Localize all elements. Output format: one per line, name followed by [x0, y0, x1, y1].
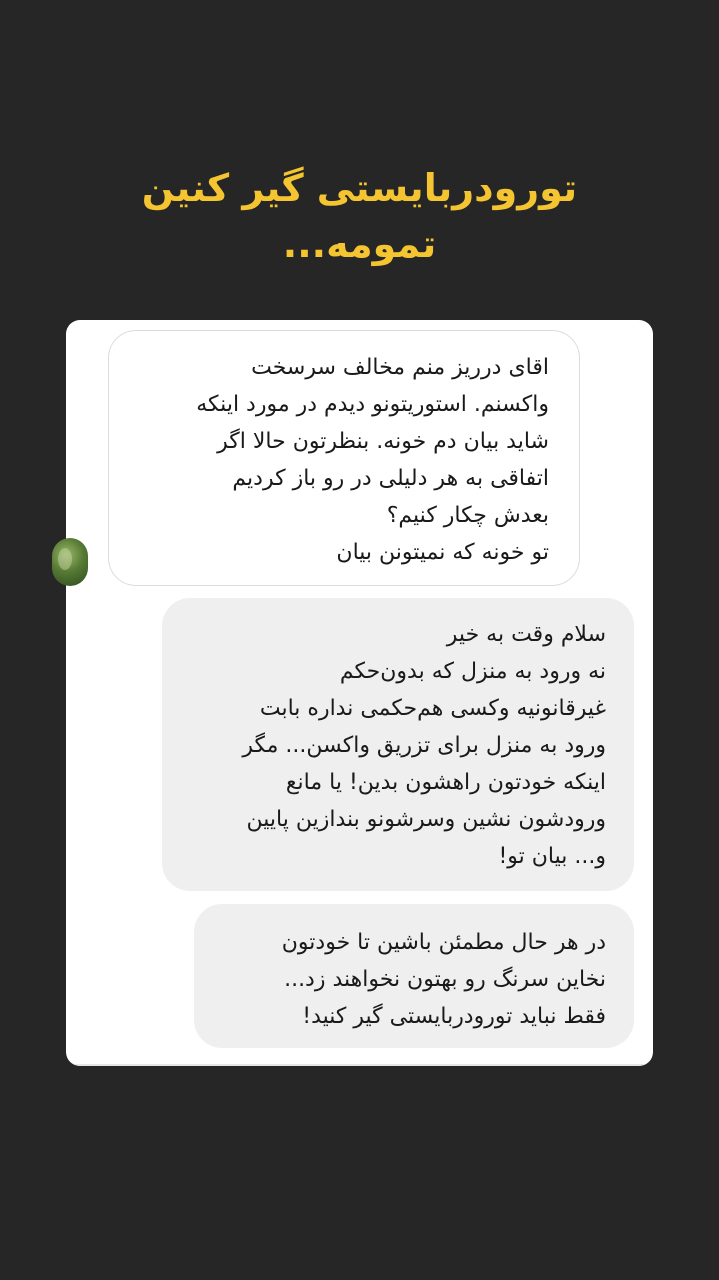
message-line: غیرقانونیه وکسی هم‌حکمی نداره بابت [259, 696, 606, 721]
message-line: در هر حال مطمئن باشین تا خودتون [281, 930, 606, 955]
message-line: فقط نباید تورودربایستی گیر کنید! [302, 1004, 606, 1029]
message-line: شاید بیان دم خونه. بنظرتون حالا اگر [217, 429, 549, 454]
message-line: تو خونه که نمیتونن بیان [336, 540, 549, 565]
message-line: اینکه خودتون راهشون بدین! یا مانع [285, 770, 606, 795]
story-title: تورودربایستی گیر کنین تمومه... [60, 160, 659, 272]
message-line: ورودشون نشین وسرشونو بندازین پایین [246, 807, 606, 832]
story-title-line-2: تمومه... [282, 222, 437, 266]
message-line: سلام وقت به خیر [446, 622, 606, 647]
reply-message-bubble-1[interactable]: سلام وقت به خیر نه ورود به منزل که بدون‌… [162, 598, 634, 891]
card-divider [66, 1064, 653, 1066]
reply-message-bubble-2[interactable]: در هر حال مطمئن باشین تا خودتون نخاین سر… [194, 904, 634, 1048]
message-line: نخاین سرنگ رو بهتون نخواهند زد... [284, 967, 606, 992]
message-line: نه ورود به منزل که بدون‌حکم [339, 659, 606, 684]
message-line: اقای درریز منم مخالف سرسخت [251, 355, 549, 380]
story-title-line-1: تورودربایستی گیر کنین [141, 166, 578, 210]
message-line: و... بیان تو! [498, 844, 606, 869]
message-line: ورود به منزل برای تزریق واکسن... مگر [242, 733, 606, 758]
message-line: واکسنم. استوریتونو دیدم در مورد اینکه [196, 392, 549, 417]
incoming-message-bubble[interactable]: اقای درریز منم مخالف سرسخت واکسنم. استور… [108, 330, 580, 586]
message-line: بعدش چکار کنیم؟ [386, 503, 549, 528]
sender-avatar[interactable] [52, 538, 88, 586]
message-line: اتفاقی به هر دلیلی در رو باز کردیم [232, 466, 549, 491]
